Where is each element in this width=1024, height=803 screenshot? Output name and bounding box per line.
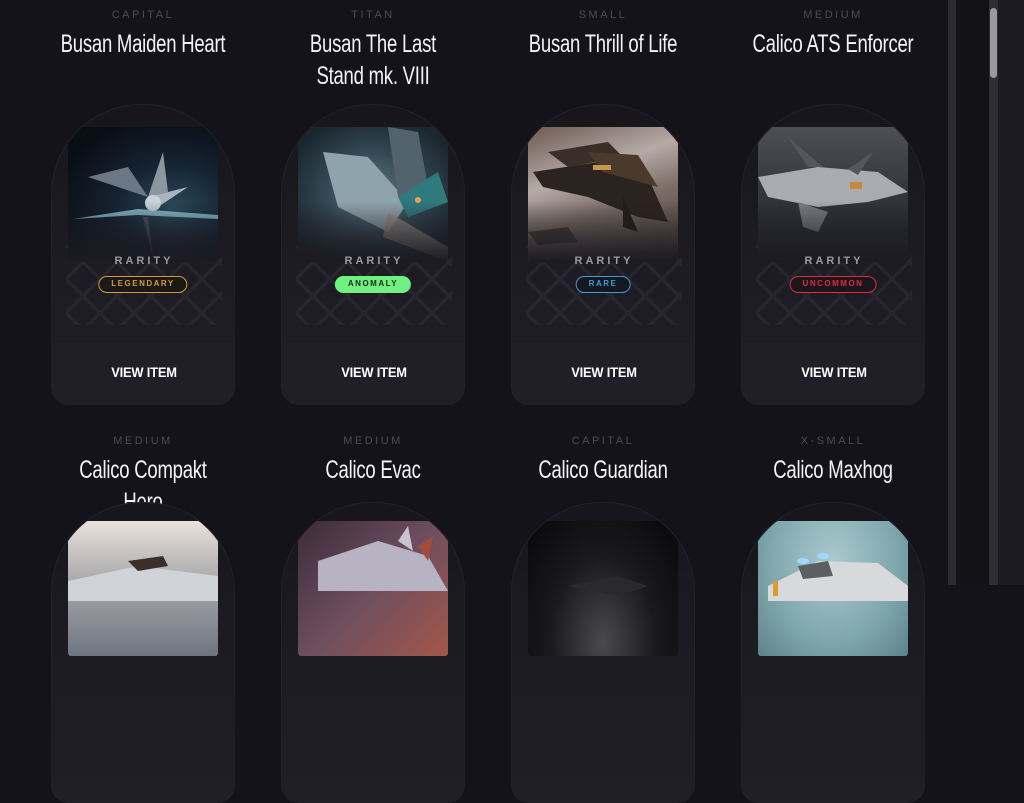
ship-image-icon xyxy=(568,576,648,596)
item-card-body xyxy=(281,502,465,803)
item-size: TITAN xyxy=(351,9,395,21)
item-grid: CAPITAL Busan Maiden Heart RARITY LEGEND… xyxy=(0,0,948,803)
item-size: MEDIUM xyxy=(343,435,403,447)
item-size: MEDIUM xyxy=(803,9,863,21)
rarity-badge-anomaly: ANOMALY xyxy=(334,276,412,293)
image-fade xyxy=(68,201,218,262)
image-fade xyxy=(298,201,448,262)
item-size: X-SMALL xyxy=(800,435,866,447)
item-image[interactable] xyxy=(528,127,678,262)
item-size: SMALL xyxy=(578,9,628,21)
view-item-label: VIEW ITEM xyxy=(111,364,177,380)
item-name[interactable]: Busan Maiden Heart xyxy=(60,28,226,60)
right-panel-edge xyxy=(998,0,1024,585)
item-card-body: RARITY LEGENDARY VIEW ITEM xyxy=(51,104,235,405)
view-item-button[interactable]: VIEW ITEM xyxy=(282,341,464,404)
rarity-badge-legendary: LEGENDARY xyxy=(98,276,188,293)
view-item-button[interactable]: VIEW ITEM xyxy=(512,341,694,404)
rarity-label: RARITY xyxy=(344,255,404,267)
item-image[interactable] xyxy=(758,127,908,262)
item-image[interactable] xyxy=(298,127,448,262)
item-name[interactable]: Calico Guardian xyxy=(520,454,686,486)
inner-scrollbar-track[interactable] xyxy=(948,0,956,585)
item-image[interactable] xyxy=(298,521,448,656)
image-fade xyxy=(758,201,908,262)
page-scrollbar-thumb[interactable] xyxy=(990,8,997,78)
ship-image-icon xyxy=(318,526,448,591)
side-panel-gap xyxy=(956,0,989,585)
item-name[interactable]: Calico Evac xyxy=(290,454,456,486)
view-item-label: VIEW ITEM xyxy=(801,364,867,380)
rarity-label: RARITY xyxy=(574,255,634,267)
ship-image-icon xyxy=(768,553,908,601)
image-fade xyxy=(528,201,678,262)
item-card-body xyxy=(741,502,925,803)
rarity-badge-rare: RARE xyxy=(575,276,631,293)
item-image[interactable] xyxy=(68,521,218,656)
item-size: CAPITAL xyxy=(111,9,175,21)
item-image[interactable] xyxy=(528,521,678,656)
item-card-body xyxy=(511,502,695,803)
rarity-badge-uncommon: UNCOMMON xyxy=(789,276,877,293)
page-scrollbar-track[interactable] xyxy=(989,0,998,585)
item-card-body xyxy=(51,502,235,803)
item-card-body: RARITY UNCOMMON VIEW ITEM xyxy=(741,104,925,405)
rarity-label: RARITY xyxy=(804,255,864,267)
view-item-label: VIEW ITEM xyxy=(341,364,407,380)
view-item-button[interactable]: VIEW ITEM xyxy=(52,341,234,404)
ship-image-icon xyxy=(68,556,218,601)
item-card-body: RARITY RARE VIEW ITEM xyxy=(511,104,695,405)
item-size: CAPITAL xyxy=(571,435,635,447)
item-name[interactable]: Calico ATS Enforcer xyxy=(750,28,916,60)
item-name[interactable]: Busan The Last Stand mk. VIII xyxy=(305,28,441,92)
item-image[interactable] xyxy=(758,521,908,656)
view-item-button[interactable]: VIEW ITEM xyxy=(742,341,924,404)
view-item-label: VIEW ITEM xyxy=(571,364,637,380)
item-image[interactable] xyxy=(68,127,218,262)
item-card-body: RARITY ANOMALY VIEW ITEM xyxy=(281,104,465,405)
item-name[interactable]: Busan Thrill of Life xyxy=(520,28,686,60)
item-name[interactable]: Calico Maxhog xyxy=(750,454,916,486)
item-size: MEDIUM xyxy=(113,435,173,447)
rarity-label: RARITY xyxy=(114,255,174,267)
